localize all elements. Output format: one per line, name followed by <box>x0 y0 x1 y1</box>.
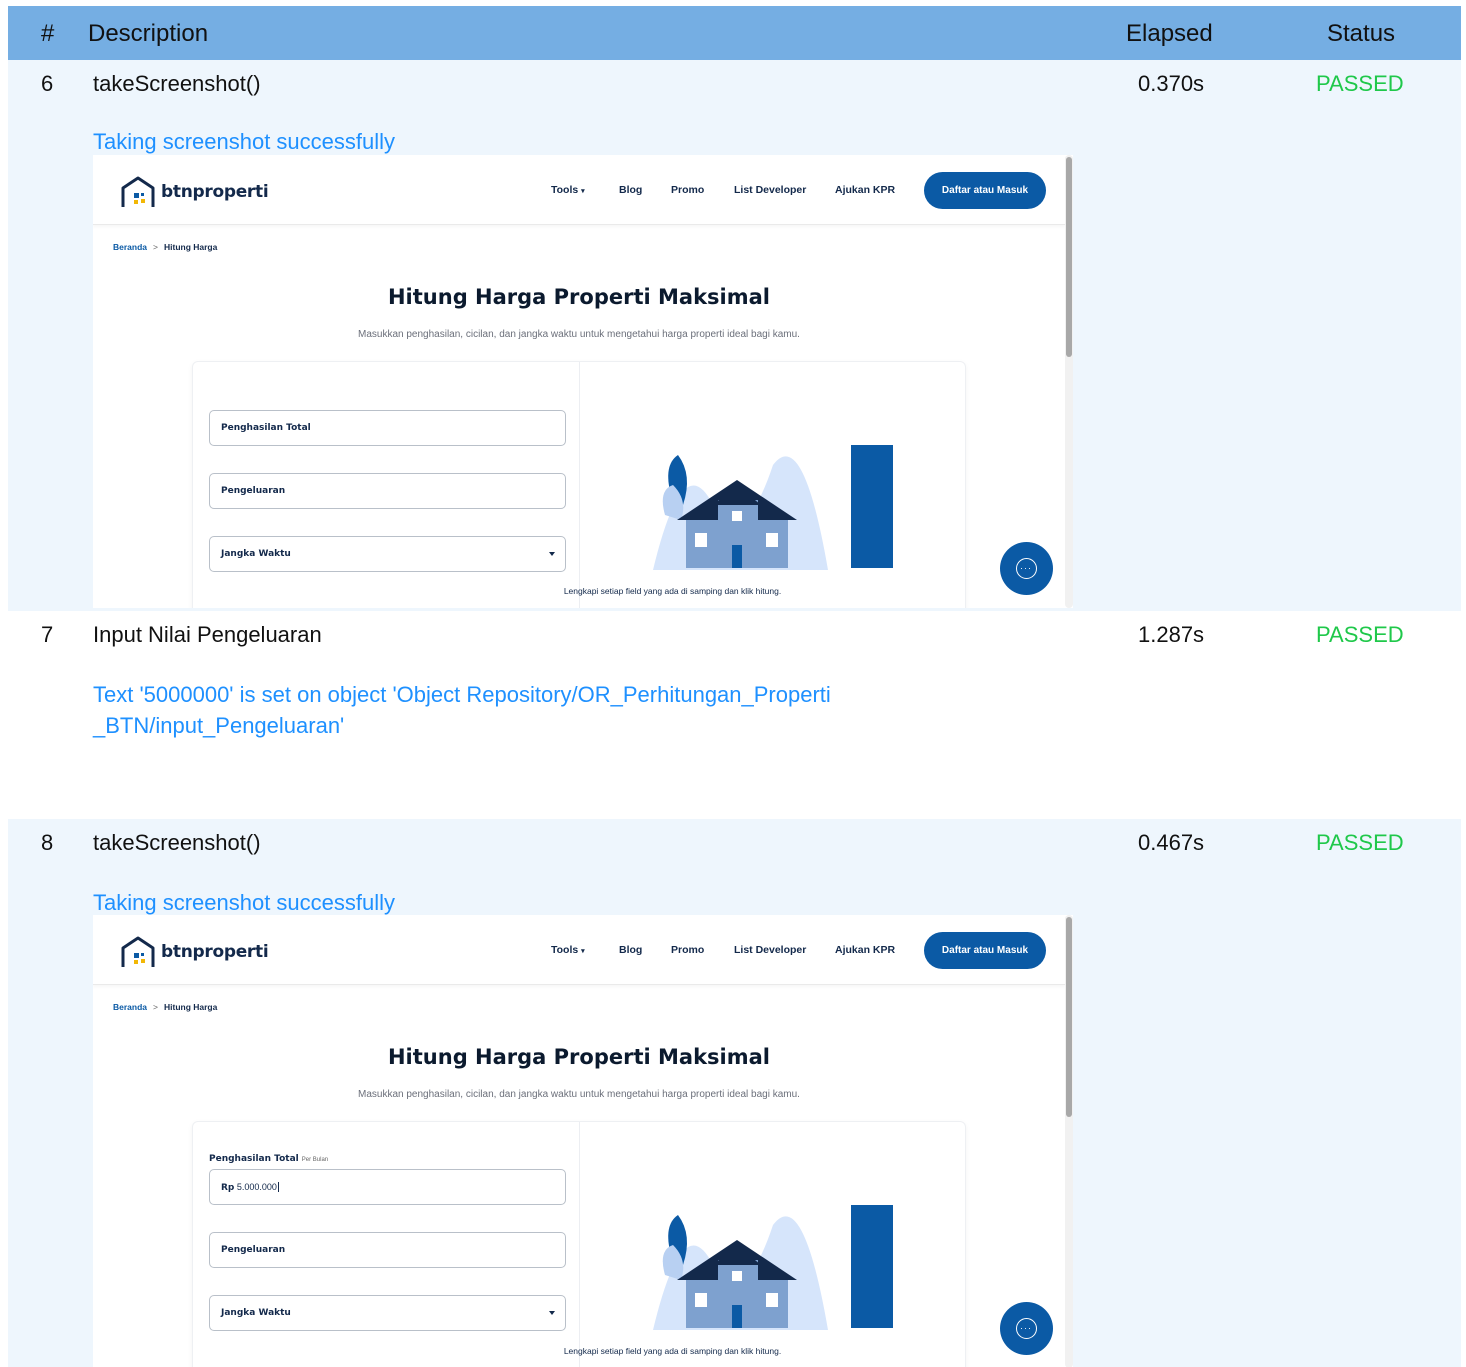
illustration-caption: Lengkapi setiap field yang ada di sampin… <box>563 1346 782 1356</box>
logo-text: btnproperti <box>161 182 269 202</box>
page-title: Hitung Harga Properti Maksimal <box>387 1045 770 1069</box>
expense-field-label: Pengeluaran <box>221 1245 286 1255</box>
step-number: 8 <box>41 830 54 855</box>
chat-button[interactable]: ··· <box>1000 1302 1053 1355</box>
nav-list-developer[interactable]: List Developer <box>734 184 806 196</box>
col-elapsed-header: Elapsed <box>1126 20 1213 47</box>
step-status: PASSED <box>1316 830 1404 855</box>
nav-tools[interactable]: Tools ▾ <box>551 944 585 956</box>
page-subtitle: Masukkan penghasilan, cicilan, dan jangk… <box>358 1089 800 1100</box>
table-row: 6 takeScreenshot() 0.370s PASSED Taking … <box>8 60 1461 611</box>
step-number: 7 <box>41 622 54 647</box>
site-navbar: btnproperti Tools ▾ Blog Promo List Deve… <box>93 915 1065 985</box>
col-description-header: Description <box>88 20 209 47</box>
step-message: Taking screenshot successfully <box>93 129 396 154</box>
table-row: 8 takeScreenshot() 0.467s PASSED Taking … <box>8 819 1461 1367</box>
nav-blog[interactable]: Blog <box>619 944 642 956</box>
step-elapsed: 0.370s <box>1138 71 1205 96</box>
breadcrumb-home[interactable]: Beranda <box>113 242 147 252</box>
term-select[interactable]: Jangka Waktu <box>209 1295 566 1331</box>
step-description: Input Nilai Pengeluaran <box>93 622 322 647</box>
nav-blog[interactable]: Blog <box>619 184 642 196</box>
nav-promo[interactable]: Promo <box>671 944 704 956</box>
house-illustration <box>653 1205 893 1330</box>
income-suffix: Per Bulan <box>301 1157 329 1163</box>
nav-tools[interactable]: Tools ▾ <box>551 184 585 196</box>
house-illustration <box>653 445 893 570</box>
dropdown-caret-icon <box>549 1311 555 1315</box>
breadcrumb-current: Hitung Harga <box>163 1002 218 1012</box>
house-logo-icon <box>121 176 155 207</box>
nav-promo[interactable]: Promo <box>671 184 704 196</box>
term-select-label: Jangka Waktu <box>221 1308 291 1318</box>
col-num-header: # <box>41 20 55 47</box>
illustration-caption: Lengkapi setiap field yang ada di sampin… <box>563 586 782 596</box>
house-logo-icon <box>121 936 155 967</box>
scrollbar[interactable] <box>1065 915 1073 1367</box>
table-row: 7 Input Nilai Pengeluaran 1.287s PASSED … <box>8 611 1461 819</box>
col-status-header: Status <box>1327 20 1396 47</box>
income-field-label: Penghasilan Total Per Bulan <box>209 1154 329 1164</box>
step-message: Text '5000000' is set on object 'Object … <box>93 682 831 738</box>
term-select[interactable]: Jangka Waktu <box>209 536 566 572</box>
dropdown-caret-icon <box>549 552 555 556</box>
page-subtitle: Masukkan penghasilan, cicilan, dan jangk… <box>358 329 800 340</box>
expense-field[interactable]: Pengeluaran <box>209 1232 566 1268</box>
text-cursor <box>277 1182 279 1192</box>
breadcrumb: Beranda > Hitung Harga <box>113 1002 217 1012</box>
card-divider <box>579 1122 580 1367</box>
site-logo[interactable]: btnproperti <box>119 935 269 969</box>
breadcrumb-separator: > <box>153 242 158 252</box>
site-logo[interactable]: btnproperti <box>119 175 269 209</box>
scrollbar-thumb[interactable] <box>1066 917 1072 1117</box>
card-divider <box>579 362 580 608</box>
step-number: 6 <box>41 71 54 96</box>
term-select-label: Jangka Waktu <box>221 549 291 559</box>
breadcrumb: Beranda > Hitung Harga <box>113 242 217 252</box>
page-title: Hitung Harga Properti Maksimal <box>387 285 770 309</box>
breadcrumb-home[interactable]: Beranda <box>113 1002 147 1012</box>
expense-field[interactable]: Pengeluaran <box>209 473 566 509</box>
step-status: PASSED <box>1316 71 1404 96</box>
breadcrumb-separator: > <box>153 1002 158 1012</box>
chevron-down-icon: ▾ <box>581 948 585 955</box>
site-navbar: btnproperti Tools ▾ Blog Promo List Deve… <box>93 155 1065 225</box>
step-status: PASSED <box>1316 622 1404 647</box>
step-elapsed: 0.467s <box>1138 830 1205 855</box>
screenshot-image: btnproperti Tools ▾ Blog Promo List Deve… <box>93 155 1073 608</box>
income-field-label: Penghasilan Total <box>221 423 311 433</box>
chat-button[interactable]: ··· <box>1000 542 1053 595</box>
step-description: takeScreenshot() <box>93 71 261 96</box>
login-register-button[interactable]: Daftar atau Masuk <box>924 172 1046 209</box>
scrollbar-thumb[interactable] <box>1066 157 1072 357</box>
nav-ajukan-kpr[interactable]: Ajukan KPR <box>835 184 895 196</box>
screenshot-image: btnproperti Tools ▾ Blog Promo List Deve… <box>93 915 1073 1367</box>
income-field[interactable]: Rp 5.000.000 <box>209 1169 566 1205</box>
step-description: takeScreenshot() <box>93 830 261 855</box>
login-register-button[interactable]: Daftar atau Masuk <box>924 932 1046 969</box>
scrollbar[interactable] <box>1065 155 1073 608</box>
breadcrumb-current: Hitung Harga <box>163 242 218 252</box>
step-message: Taking screenshot successfully <box>93 890 396 915</box>
nav-ajukan-kpr[interactable]: Ajukan KPR <box>835 944 895 956</box>
logo-text: btnproperti <box>161 942 269 962</box>
step-elapsed: 1.287s <box>1138 622 1205 647</box>
nav-list-developer[interactable]: List Developer <box>734 944 806 956</box>
income-field[interactable]: Penghasilan Total <box>209 410 566 446</box>
expense-field-label: Pengeluaran <box>221 486 286 496</box>
table-header: # Description Elapsed Status <box>8 6 1461 60</box>
chevron-down-icon: ▾ <box>581 188 585 195</box>
income-value: Rp 5.000.000 <box>221 1182 279 1193</box>
